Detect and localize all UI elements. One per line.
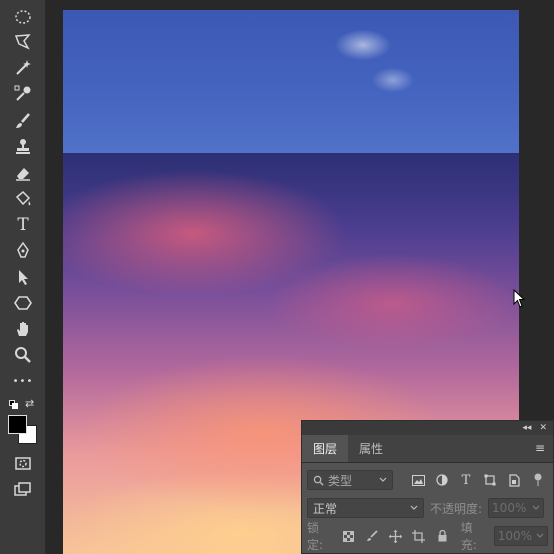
more-tools[interactable]: •••: [8, 370, 38, 392]
stamp-icon: [16, 139, 30, 154]
bucket-icon: [15, 190, 31, 206]
search-icon: [313, 475, 324, 486]
lock-all-icon[interactable]: [433, 527, 450, 545]
eyedropper-tool[interactable]: [8, 83, 38, 105]
filter-shape-icon[interactable]: [481, 471, 499, 489]
tab-layers[interactable]: 图层: [302, 435, 349, 462]
chevron-down-icon: [410, 505, 418, 510]
pen-icon: [17, 241, 29, 258]
close-panel-button[interactable]: ✕: [539, 423, 547, 433]
brush-icon: [16, 113, 30, 128]
zoom-tool[interactable]: [8, 344, 38, 366]
opacity-value: 100%: [492, 501, 527, 515]
quick-mask-icon: [15, 457, 31, 470]
collapse-panel-button[interactable]: ◂◂: [522, 423, 531, 433]
fill-label: 填充:: [460, 521, 477, 552]
filter-toggle-icon[interactable]: [529, 471, 547, 489]
lasso-tool[interactable]: [8, 31, 38, 53]
type-tool[interactable]: T: [8, 214, 38, 236]
brush-tool[interactable]: [8, 110, 38, 132]
tab-properties[interactable]: 属性: [348, 435, 394, 462]
magic-wand-tool[interactable]: [8, 57, 38, 79]
panel-menu-icon[interactable]: ≡: [535, 441, 547, 455]
chevron-down-icon: [536, 533, 544, 538]
stamp-tool[interactable]: [8, 136, 38, 158]
ellipse-select-icon: [15, 10, 31, 24]
layer-filter-row: 类型 T: [302, 466, 553, 494]
chevron-down-icon: [532, 505, 540, 510]
screen-mode-button[interactable]: [8, 478, 38, 500]
polygon-lasso-icon: [14, 34, 31, 50]
quick-mask-button[interactable]: [8, 452, 38, 474]
filter-pixel-icon[interactable]: [409, 471, 427, 489]
opacity-input[interactable]: 100%: [488, 498, 545, 518]
chevron-down-icon: [379, 477, 387, 482]
foreground-color-swatch[interactable]: [8, 415, 27, 434]
type-icon: T: [17, 214, 29, 235]
paint-bucket-tool[interactable]: [8, 188, 38, 210]
lock-position-icon[interactable]: [387, 527, 404, 545]
blend-opacity-row: 正常 不透明度: 100%: [302, 494, 553, 522]
magic-wand-icon: [16, 60, 31, 75]
screen-mode-icon: [14, 482, 31, 496]
hand-icon: [17, 322, 28, 336]
opacity-label: 不透明度:: [430, 501, 483, 516]
lock-transparent-icon[interactable]: [340, 527, 357, 545]
hexagon-icon: [14, 296, 32, 310]
fill-value: 100%: [497, 529, 533, 543]
blend-mode-value: 正常: [313, 501, 338, 516]
layers-panel: ◂◂ ✕ 图层 属性 ≡ 类型 T 正常 不透明度: 100% 锁定: 填充: …: [301, 420, 554, 554]
lock-fill-row: 锁定: 填充: 100%: [302, 521, 553, 552]
filter-adjustment-icon[interactable]: [433, 471, 451, 489]
hand-tool[interactable]: [8, 318, 38, 340]
filter-icons: T: [409, 471, 547, 489]
swap-colors-icon[interactable]: ⇄: [25, 398, 37, 410]
lock-artboard-icon[interactable]: [410, 527, 427, 545]
tools-toolbar: T ••• ⇄: [0, 0, 46, 554]
filter-smart-object-icon[interactable]: [505, 471, 523, 489]
mouse-cursor-icon: [513, 289, 526, 308]
shape-tool[interactable]: [8, 292, 38, 314]
zoom-icon: [15, 347, 31, 363]
default-colors-icon[interactable]: [9, 400, 19, 410]
blue-sky-layer: [63, 10, 519, 153]
lock-label: 锁定:: [307, 521, 324, 552]
panel-title-bar: ◂◂ ✕: [302, 421, 553, 435]
filter-kind-dropdown[interactable]: 类型: [307, 470, 393, 490]
eyedropper-icon: [14, 85, 31, 101]
lock-pixels-icon[interactable]: [363, 527, 380, 545]
eraser-tool[interactable]: [8, 162, 38, 184]
filter-kind-label: 类型: [328, 473, 353, 488]
arrow-icon: [19, 270, 28, 285]
photoshop-window: T ••• ⇄ ◂◂ ✕ 图层 属性 ≡ 类型 T 正常 不透明度: 100% …: [0, 0, 554, 554]
path-selection-tool[interactable]: [8, 266, 38, 288]
more-icon: •••: [12, 375, 34, 387]
elliptical-marquee-tool[interactable]: [8, 6, 38, 28]
panel-tabs: 图层 属性 ≡: [302, 435, 553, 463]
eraser-icon: [16, 168, 30, 181]
blend-mode-dropdown[interactable]: 正常: [307, 498, 424, 518]
fill-input[interactable]: 100%: [493, 526, 548, 546]
filter-type-icon[interactable]: T: [457, 471, 475, 489]
pen-tool[interactable]: [8, 240, 38, 262]
